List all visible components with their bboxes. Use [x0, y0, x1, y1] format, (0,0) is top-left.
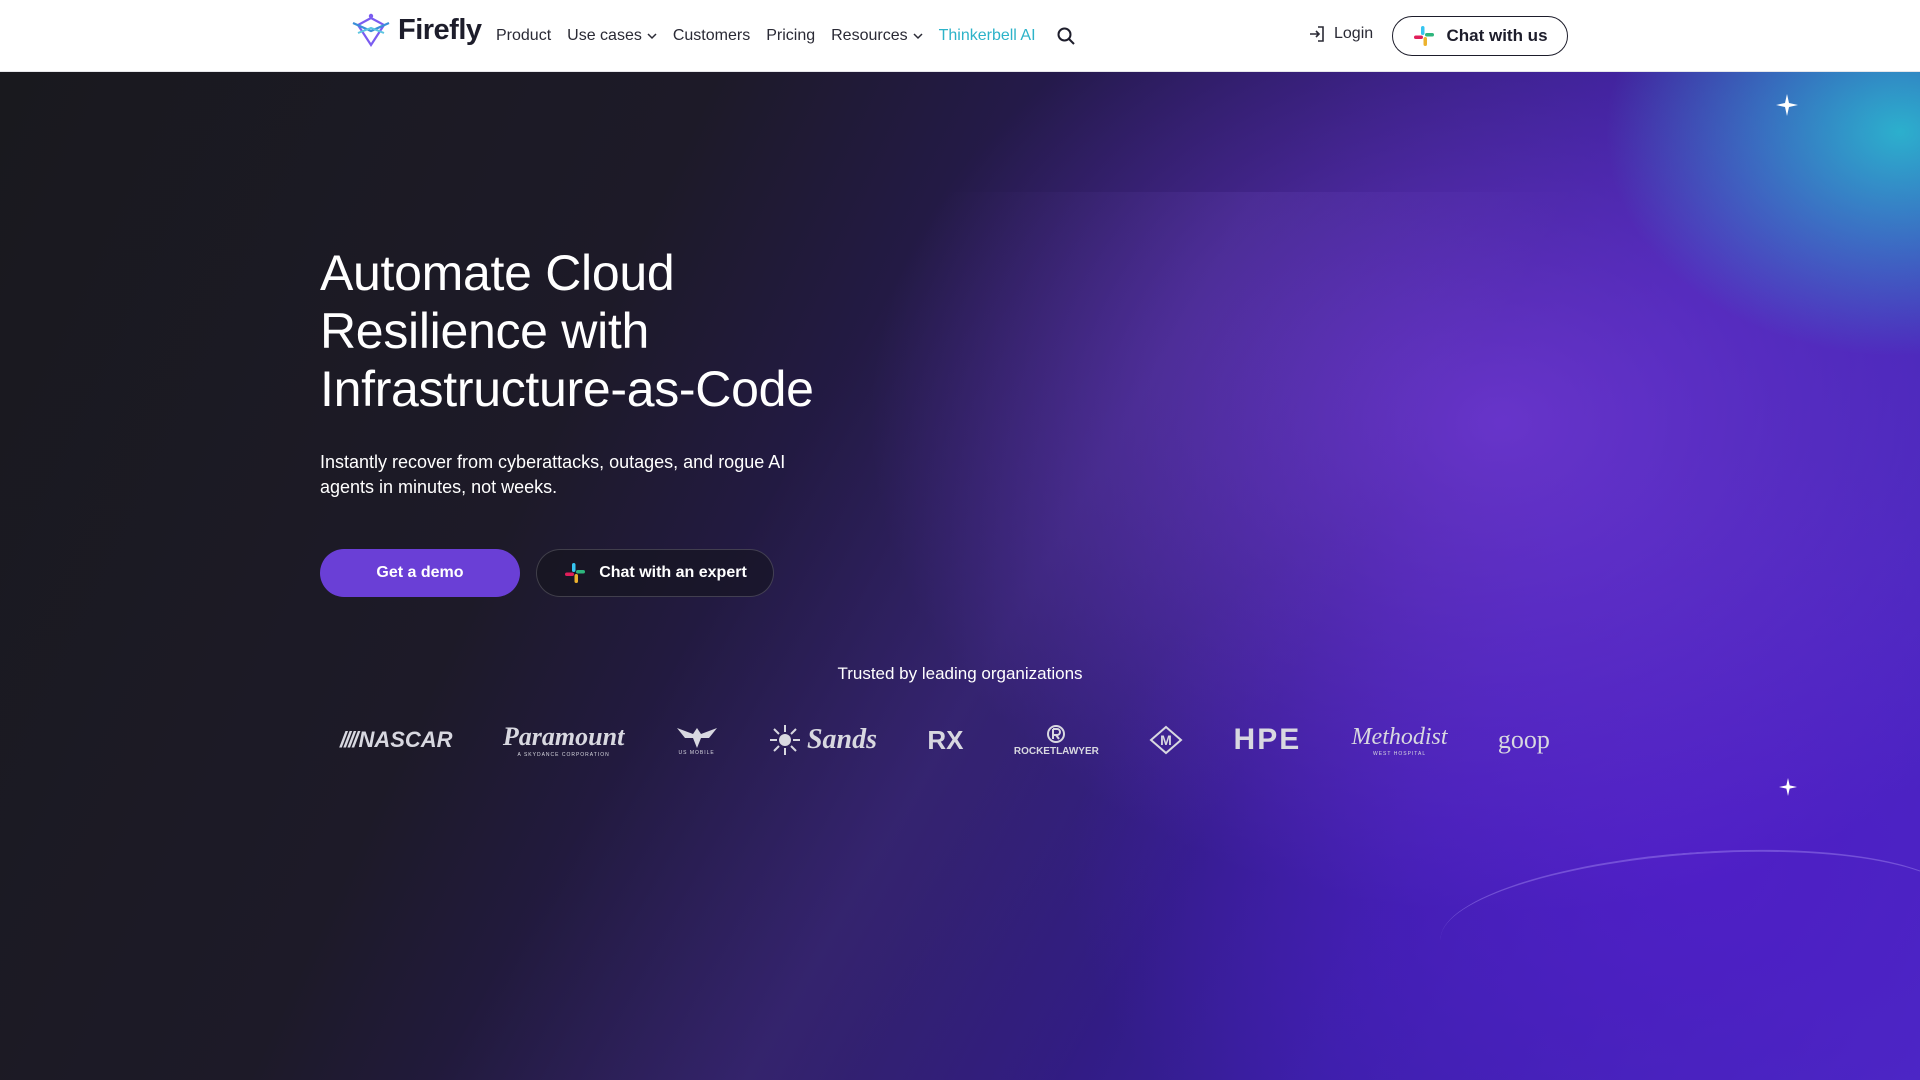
- hero-subhead: Instantly recover from cyberattacks, out…: [320, 452, 786, 497]
- m-badge-text: M: [1160, 732, 1172, 748]
- trusted-by-label: Trusted by leading organizations: [837, 664, 1083, 683]
- chevron-down-icon: [647, 33, 657, 40]
- nav-pricing-label: Pricing: [766, 27, 816, 44]
- login-label: Login: [1334, 25, 1374, 42]
- firefly-logo[interactable]: Firefly: [350, 11, 482, 49]
- nav-use-cases-label: Use cases: [567, 27, 642, 44]
- chat-with-us-button[interactable]: Chat with us: [1392, 16, 1568, 56]
- nav-resources-label: Resources: [831, 27, 908, 44]
- hpe-logo-text: HPE: [1233, 723, 1302, 756]
- chat-with-us-label: Chat with us: [1446, 26, 1548, 45]
- search-icon[interactable]: [1056, 26, 1076, 46]
- sands-logo: Sands: [769, 724, 877, 756]
- hpe-logo: HPE: [1234, 723, 1302, 757]
- methodist-tagline: WEST HOSPITAL: [1373, 750, 1427, 757]
- rx-logo: RX: [927, 725, 963, 756]
- us-mobile-tagline: US MOBILE: [678, 750, 715, 756]
- decorative-arc: [1435, 834, 1920, 1010]
- nav-pricing[interactable]: Pricing: [766, 27, 815, 45]
- hero-headline: Automate Cloud Resilience with Infrastru…: [320, 244, 960, 418]
- sparkle-icon: [1776, 94, 1798, 116]
- top-nav: Firefly Product Use cases Customers Pric…: [0, 0, 1920, 72]
- paramount-logo-text: Paramount: [502, 722, 625, 751]
- nav-resources[interactable]: Resources: [831, 27, 923, 45]
- get-demo-label: Get a demo: [376, 564, 464, 581]
- goop-logo: goop: [1498, 725, 1550, 755]
- chat-with-expert-label: Chat with an expert: [599, 564, 747, 581]
- nascar-logo-text: NASCAR: [358, 727, 453, 752]
- rocketlawyer-mark-icon: [1047, 724, 1066, 743]
- customer-logos: ////NASCAR Paramount A SKYDANCE CORPORAT…: [340, 712, 1550, 768]
- rx-logo-text: RX: [927, 724, 964, 755]
- rocketlawyer-logo-text: ROCKETLAWYER: [1013, 745, 1099, 757]
- login-link[interactable]: Login: [1308, 25, 1373, 43]
- chat-with-expert-button[interactable]: Chat with an expert: [536, 549, 774, 597]
- eagle-icon: [676, 728, 717, 748]
- nav-links: Product Use cases Customers Pricing Reso…: [496, 0, 1052, 72]
- nav-thinkerbell-ai-label: Thinkerbell AI: [938, 27, 1036, 44]
- nav-product-label: Product: [496, 27, 552, 44]
- nav-product[interactable]: Product: [496, 27, 551, 45]
- m-badge-icon: M: [1149, 725, 1183, 755]
- nav-use-cases[interactable]: Use cases: [567, 27, 657, 45]
- hero-section: Automate Cloud Resilience with Infrastru…: [0, 72, 1920, 1080]
- nav-customers-label: Customers: [672, 27, 751, 44]
- chevron-down-icon: [913, 33, 923, 40]
- nascar-logo: ////NASCAR: [340, 727, 453, 752]
- us-mobile-logo: US MOBILE: [675, 724, 719, 756]
- logo-text: Firefly: [398, 13, 482, 46]
- headline-line: Resilience with: [320, 303, 649, 359]
- headline-line: Infrastructure-as-Code: [320, 361, 814, 417]
- slack-icon: [1414, 26, 1435, 46]
- methodist-logo: Methodist WEST HOSPITAL: [1352, 724, 1448, 757]
- rocketlawyer-logo: ROCKETLAWYER: [1014, 724, 1099, 757]
- nav-thinkerbell-ai[interactable]: Thinkerbell AI: [939, 27, 1036, 45]
- m-logo: M: [1149, 725, 1183, 755]
- firefly-logo-icon: [352, 13, 390, 48]
- sands-logo-text: Sands: [806, 724, 878, 755]
- nav-customers[interactable]: Customers: [673, 27, 750, 45]
- sunburst-icon: [769, 725, 800, 755]
- sparkle-icon: [1779, 778, 1797, 796]
- headline-line: Automate Cloud: [320, 245, 675, 301]
- get-demo-button[interactable]: Get a demo: [320, 549, 520, 597]
- methodist-logo-text: Methodist: [1351, 723, 1448, 750]
- goop-logo-text: goop: [1497, 725, 1550, 754]
- paramount-logo: Paramount A SKYDANCE CORPORATION: [503, 722, 624, 758]
- paramount-tagline: A SKYDANCE CORPORATION: [517, 752, 610, 758]
- login-icon: [1310, 26, 1324, 42]
- slack-icon: [565, 563, 586, 583]
